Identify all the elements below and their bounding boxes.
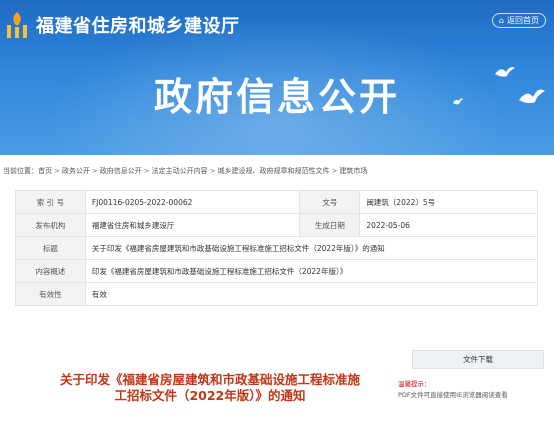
info-table: 索 引 号 FJ00116-0205-2022-00062 文号 闽建筑〔202… [15,190,539,306]
doc-no-label: 文号 [299,190,361,214]
date-label: 生成日期 [299,213,361,237]
breadcrumb-separator: > [331,167,338,175]
file-download-button[interactable]: 文件下载 [412,350,544,369]
breadcrumb-item[interactable]: 政务公开 [62,167,90,175]
table-row: 发布机构 福建省住房和城乡建设厅 生成日期 2022-05-06 [15,213,538,237]
table-row: 内容概述 印发《福建省房屋建筑和市政基础设施工程标准施工招标文件（2022年版）… [15,259,539,283]
logo-icon[interactable] [5,10,29,40]
title-value: 关于印发《福建省房屋建筑和市政基础设施工程标准施工招标文件（2022年版）》的通… [84,236,539,260]
breadcrumb-item[interactable]: 建筑市场 [339,167,367,175]
home-link[interactable]: ⌂ 返回首页 [491,13,546,28]
tip-label: 温馨提示： [398,380,431,388]
breadcrumb-separator: > [91,167,98,175]
breadcrumb-separator: > [54,167,60,175]
index-no-label: 索 引 号 [15,190,86,214]
title-label: 标题 [15,236,86,260]
summary-value: 印发《福建省房屋建筑和市政基础设施工程标准施工招标文件（2022年版）》 [84,259,539,283]
tip-text: PDF文件可直接使用IE浏览器阅读查看 [398,391,508,399]
site-title[interactable]: 福建省住房和城乡建设厅 [36,12,240,38]
index-no-value: FJ00116-0205-2022-00062 [84,190,301,214]
date-value: 2022-05-06 [359,213,538,237]
home-icon: ⌂ [498,16,504,25]
header-banner: 福建省住房和城乡建设厅 ⌂ 返回首页 政府信息公开 [0,0,554,155]
dove-icon [519,89,545,104]
summary-label: 内容概述 [15,259,86,283]
breadcrumb-separator: > [209,167,216,175]
breadcrumb-item[interactable]: 法定主动公开内容 [152,167,208,175]
validity-value: 有效 [84,282,539,306]
issuer-value: 福建省住房和城乡建设厅 [84,213,301,237]
breadcrumb-separator: > [143,167,150,175]
breadcrumb: 当前位置：首页 > 政务公开 > 政府信息公开 > 法定主动公开内容 > 城乡建设规、政府规章和… [3,166,367,176]
table-row: 标题 关于印发《福建省房屋建筑和市政基础设施工程标准施工招标文件（2022年版）… [15,236,539,260]
breadcrumb-item[interactable]: 城乡建设规、政府规章和规范性文件 [218,167,330,175]
article-title: 关于印发《福建省房屋建筑和市政基础设施工程标准施工招标文件（2022年版）》的通… [59,372,360,403]
banner-title: 政府信息公开 [153,75,400,119]
dove-icon [453,98,463,105]
table-row: 索 引 号 FJ00116-0205-2022-00062 文号 闽建筑〔202… [15,190,538,214]
download-panel: 文件下载 温馨提示： PDF文件可直接使用IE浏览器阅读查看 [398,350,548,399]
doc-no-value: 闽建筑〔2022〕5号 [359,190,538,214]
home-link-label: 返回首页 [507,16,539,25]
issuer-label: 发布机构 [15,213,86,237]
breadcrumb-item[interactable]: 政府信息公开 [100,167,142,175]
validity-label: 有效性 [15,282,86,306]
dove-icon [495,67,515,77]
table-row: 有效性 有效 [15,282,539,306]
breadcrumb-prefix: 当前位置： [3,167,38,175]
breadcrumb-item[interactable]: 首页 [38,167,52,175]
